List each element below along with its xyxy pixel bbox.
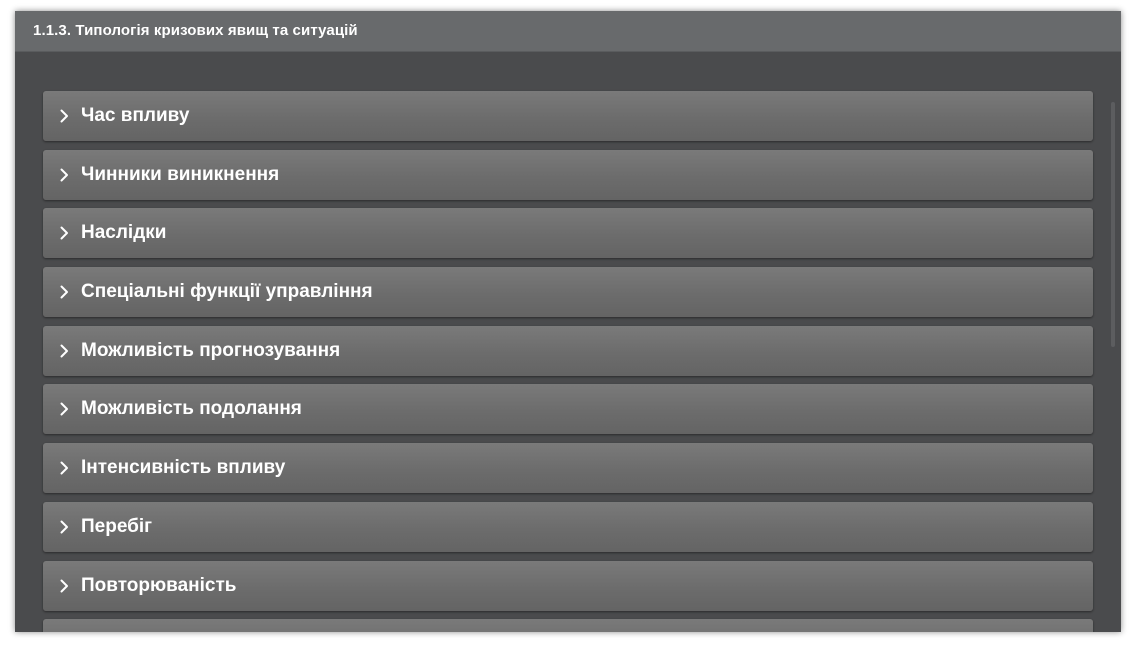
accordion-item-label: Час впливу — [81, 105, 190, 126]
scrollbar[interactable] — [1111, 102, 1115, 347]
accordion-item-course[interactable]: Перебіг — [43, 501, 1093, 552]
chevron-right-icon — [57, 150, 71, 200]
chevron-right-icon — [57, 208, 71, 258]
accordion-item-label: Перебіг — [81, 515, 153, 537]
accordion: Час впливу Чинники виникнення Наслідки Спец… — [43, 91, 1093, 632]
title-bar: 1.1.3. Типологія кризових явищ та ситуац… — [15, 11, 1121, 52]
accordion-item-consequences[interactable]: Наслідки — [43, 208, 1093, 259]
chevron-right-icon — [57, 443, 71, 493]
chevron-right-icon — [57, 502, 71, 552]
accordion-item-label: Можливість прогнозування — [81, 339, 341, 361]
dialog-window: 1.1.3. Типологія кризових явищ та ситуац… — [15, 11, 1121, 632]
chevron-right-icon — [57, 326, 71, 376]
chevron-right-icon — [57, 91, 71, 141]
accordion-item-more[interactable] — [43, 619, 1093, 632]
accordion-item-special-functions[interactable]: Спеціальні функції управління — [43, 267, 1093, 318]
chevron-right-icon — [57, 619, 71, 632]
chevron-right-icon — [57, 267, 71, 317]
accordion-item-label: Повторюваність — [81, 574, 237, 596]
chevron-right-icon — [57, 384, 71, 434]
accordion-item-time[interactable]: Час впливу — [43, 91, 1093, 141]
accordion-item-intensity[interactable]: Інтенсивність впливу — [43, 443, 1093, 494]
chevron-right-icon — [57, 561, 71, 611]
accordion-item-label: Чинники виникнення — [81, 163, 280, 185]
accordion-item-label: Спеціальні функції управління — [81, 281, 373, 303]
accordion-item-overcoming[interactable]: Можливість подолання — [43, 384, 1093, 435]
accordion-item-label: Наслідки — [81, 222, 167, 244]
content-panel: Час впливу Чинники виникнення Наслідки Спец… — [15, 52, 1121, 632]
accordion-item-forecasting[interactable]: Можливість прогнозування — [43, 325, 1093, 376]
accordion-item-label: Інтенсивність впливу — [81, 457, 286, 479]
window-title: 1.1.3. Типологія кризових явищ та ситуац… — [33, 22, 358, 39]
accordion-item-repeatability[interactable]: Повторюваність — [43, 560, 1093, 611]
accordion-item-factors[interactable]: Чинники виникнення — [43, 149, 1093, 200]
accordion-item-label: Можливість подолання — [81, 398, 302, 420]
